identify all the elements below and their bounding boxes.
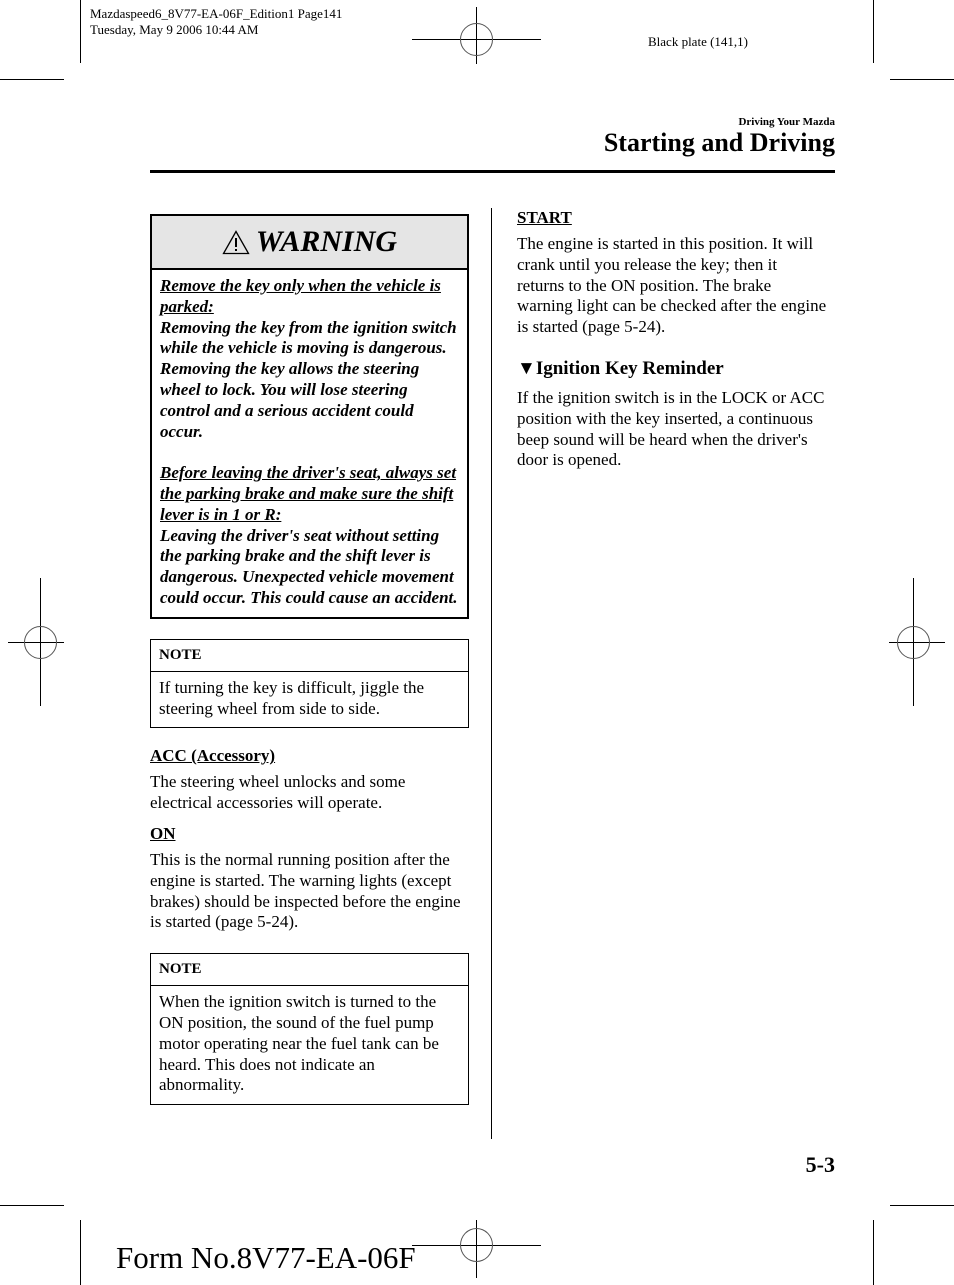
warning-header: WARNING bbox=[152, 216, 467, 270]
crop-mark bbox=[873, 1220, 874, 1285]
crop-mark bbox=[0, 1205, 64, 1206]
crop-mark bbox=[80, 0, 81, 63]
reminder-heading-text: Ignition Key Reminder bbox=[535, 357, 724, 379]
section-title: Starting and Driving bbox=[603, 128, 835, 157]
column-divider bbox=[491, 208, 492, 1139]
reminder-text: If the ignition switch is in the LOCK or… bbox=[517, 387, 825, 470]
right-column: START The engine is started in this posi… bbox=[517, 208, 827, 471]
note-label: NOTE bbox=[151, 640, 468, 672]
page-number: 5-3 bbox=[805, 1152, 835, 1177]
plate-label: Black plate (141,1) bbox=[648, 34, 748, 49]
warning-text: Removing the key from the ignition switc… bbox=[160, 317, 457, 441]
warning-heading: Before leaving the driver's seat, always… bbox=[160, 463, 457, 524]
note-text: When the ignition switch is turned to th… bbox=[159, 992, 439, 1095]
warning-heading: Remove the key only when the vehicle is … bbox=[160, 276, 441, 316]
crop-mark bbox=[890, 79, 954, 80]
start-text: The engine is started in this position. … bbox=[517, 234, 827, 337]
crop-mark bbox=[873, 0, 874, 63]
start-heading: START bbox=[517, 208, 572, 227]
warning-box: WARNING Remove the key only when the veh… bbox=[150, 214, 469, 619]
warning-title: WARNING bbox=[255, 225, 398, 258]
chapter-title: Driving Your Mazda bbox=[738, 116, 835, 128]
warning-text: Leaving the driver's seat without settin… bbox=[160, 525, 458, 607]
on-heading: ON bbox=[150, 823, 176, 843]
note-label: NOTE bbox=[151, 954, 468, 987]
print-info: Mazdaspeed6_8V77-EA-06F_Edition1 Page141… bbox=[90, 6, 342, 38]
warning-triangle-icon bbox=[222, 229, 250, 254]
on-text: This is the normal running position afte… bbox=[150, 849, 461, 932]
note-text: If turning the key is difficult, jiggle … bbox=[159, 677, 425, 718]
acc-heading: ACC (Accessory) bbox=[150, 746, 276, 766]
crop-mark bbox=[890, 1205, 954, 1206]
warning-body: Remove the key only when the vehicle is … bbox=[152, 270, 467, 617]
left-column: WARNING Remove the key only when the veh… bbox=[150, 214, 469, 1106]
print-info-date: Tuesday, May 9 2006 10:44 AM bbox=[90, 22, 259, 37]
acc-text: The steering wheel unlocks and some elec… bbox=[150, 772, 406, 813]
note-box: NOTE When the ignition switch is turned … bbox=[150, 953, 469, 1106]
crop-mark bbox=[80, 1220, 81, 1285]
crop-mark bbox=[0, 79, 64, 80]
title-rule bbox=[150, 170, 835, 173]
note-box: NOTE If turning the key is difficult, ji… bbox=[150, 638, 469, 729]
print-info-file: Mazdaspeed6_8V77-EA-06F_Edition1 Page141 bbox=[90, 6, 343, 21]
down-triangle-icon: ▼ bbox=[517, 357, 536, 379]
form-number: Form No.8V77-EA-06F bbox=[116, 1240, 416, 1275]
reminder-heading: ▼Ignition Key Reminder bbox=[517, 358, 827, 380]
